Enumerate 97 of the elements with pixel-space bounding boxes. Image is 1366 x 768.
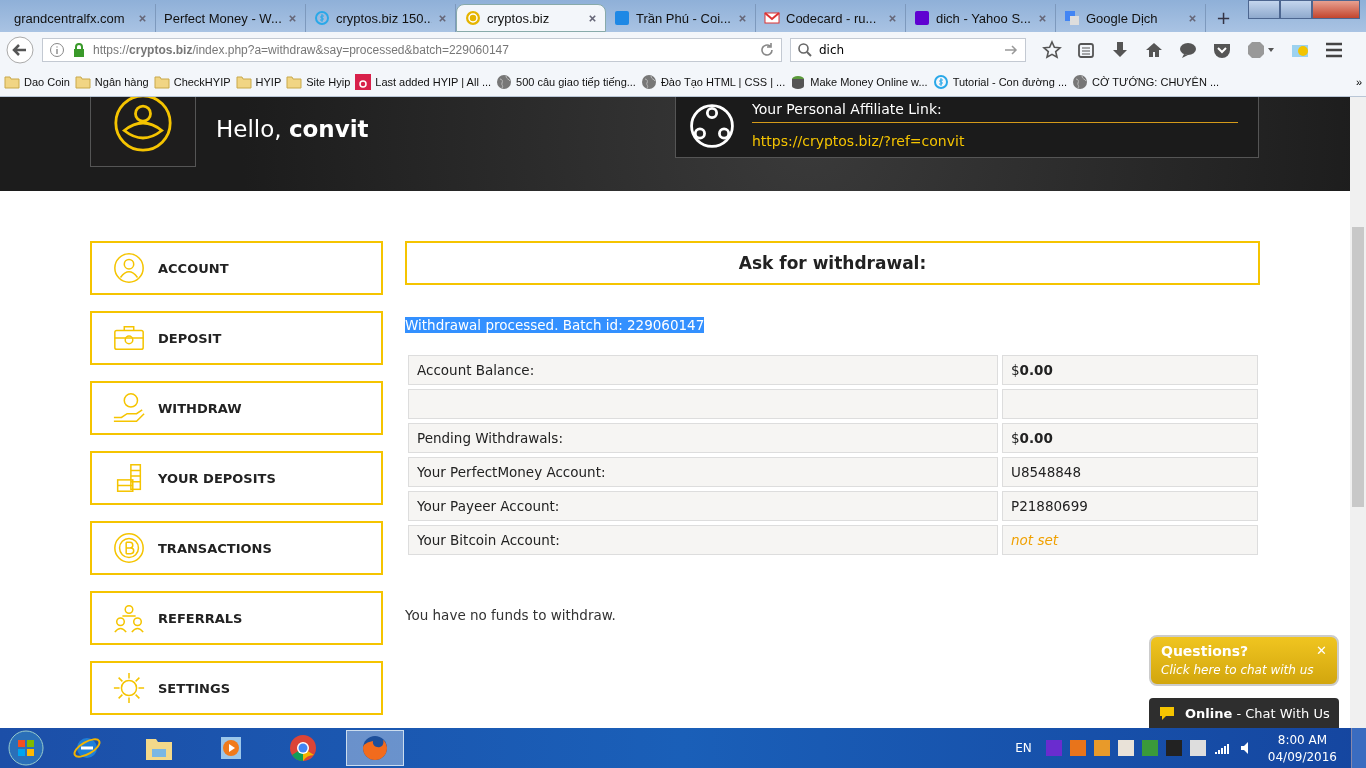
menu-item[interactable]: TRANSACTIONS xyxy=(90,521,383,575)
site-icon xyxy=(614,10,630,26)
greeting: Hello, convit xyxy=(216,116,369,142)
dollar-circle-icon xyxy=(314,10,330,26)
adblock-icon[interactable] xyxy=(1246,40,1276,60)
affiliate-link[interactable]: https://cryptos.biz/?ref=convit xyxy=(752,133,965,149)
taskbar-app[interactable] xyxy=(346,730,404,766)
window-controls[interactable] xyxy=(1248,0,1360,19)
table-cell: not set xyxy=(1002,525,1258,555)
new-tab-button[interactable]: + xyxy=(1206,7,1242,32)
tray-icon[interactable] xyxy=(1093,740,1110,756)
table-cell: P21880699 xyxy=(1002,491,1258,521)
site-icon xyxy=(914,10,930,26)
star-icon[interactable] xyxy=(1042,40,1062,60)
chrome-icon xyxy=(288,733,318,763)
coin-icon xyxy=(112,531,146,565)
chat-button[interactable]: Online - Chat With Us xyxy=(1149,698,1339,728)
table-cell: $0.00 xyxy=(1002,355,1258,385)
panel-title: Ask for withdrawal: xyxy=(405,241,1260,285)
folder-icon xyxy=(235,74,252,90)
bookmark-item[interactable]: Make Money Online w... xyxy=(790,74,928,90)
gear-icon xyxy=(112,671,146,705)
table-cell: Account Balance: xyxy=(408,355,998,385)
user-icon xyxy=(112,251,146,285)
firefox-icon xyxy=(360,733,390,763)
lock-icon xyxy=(71,42,87,58)
bookmark-item[interactable]: Tutorial - Con đường ... xyxy=(932,74,1068,90)
table-cell: Pending Withdrawals: xyxy=(408,423,998,453)
home-icon[interactable] xyxy=(1144,40,1164,60)
globe-icon xyxy=(496,74,513,90)
speech-bubble-icon xyxy=(1159,705,1175,721)
close-icon[interactable] xyxy=(1188,13,1197,23)
chat-icon[interactable] xyxy=(1178,40,1198,60)
bookmark-item[interactable]: 500 câu giao tiếp tiếng... xyxy=(496,74,636,90)
table-cell: Your PerfectMoney Account: xyxy=(408,457,998,487)
coin-stack-icon xyxy=(790,74,807,90)
clock[interactable]: 8:00 AM 04/09/2016 xyxy=(1267,732,1337,764)
menu-item[interactable]: SETTINGS xyxy=(90,661,383,715)
reading-list-icon[interactable] xyxy=(1076,40,1096,60)
menu-item[interactable]: WITHDRAW xyxy=(90,381,383,435)
address-bar[interactable]: https://cryptos.biz/index.php?a=withdraw&say=processed&batch=229060147 xyxy=(42,38,782,62)
menu-item[interactable]: ACCOUNT xyxy=(90,241,383,295)
bookmark-item[interactable]: Last added HYIP | All ... xyxy=(355,74,492,90)
affiliate-title: Your Personal Affiliate Link: xyxy=(752,101,1238,123)
browser-tab[interactable]: cryptos.biz xyxy=(456,4,606,32)
bookmark-item[interactable]: Ngân hàng xyxy=(74,74,149,90)
scrollbar[interactable] xyxy=(1350,97,1366,728)
close-icon[interactable] xyxy=(738,13,747,23)
start-button[interactable] xyxy=(8,730,44,766)
close-icon[interactable] xyxy=(288,13,297,23)
close-icon[interactable] xyxy=(438,13,447,23)
bookmark-item[interactable]: CheckHYIP xyxy=(153,74,231,90)
close-icon[interactable] xyxy=(888,13,897,23)
tray-icon[interactable] xyxy=(1117,740,1134,756)
tray-icon[interactable] xyxy=(1069,740,1086,756)
dollar-circle-icon xyxy=(932,74,949,90)
table-cell: Your Payeer Account: xyxy=(408,491,998,521)
close-icon[interactable] xyxy=(588,13,597,23)
search-field[interactable]: dich xyxy=(790,38,1026,62)
globe-icon xyxy=(640,74,657,90)
coin-icon xyxy=(465,10,481,26)
bookmark-item[interactable]: Dao Coin xyxy=(4,74,70,90)
info-icon xyxy=(49,42,65,58)
site-icon xyxy=(355,74,372,90)
tray-icon[interactable] xyxy=(1189,740,1206,756)
translate-icon xyxy=(1064,10,1080,26)
url-text: https://cryptos.biz/index.php?a=withdraw&say=processed&batch=229060147 xyxy=(93,43,510,57)
status-message: Withdrawal processed. Batch id: 229060147 xyxy=(405,317,705,333)
user-icon xyxy=(113,97,173,153)
close-icon[interactable] xyxy=(1038,13,1047,23)
bookmark-item[interactable]: Đào Tạo HTML | CSS | ... xyxy=(640,74,786,90)
mail-icon xyxy=(764,10,780,26)
language-indicator[interactable]: EN xyxy=(1015,741,1032,755)
table-cell: U8548848 xyxy=(1002,457,1258,487)
more-bookmarks-button[interactable]: » xyxy=(1355,76,1362,88)
reload-icon[interactable] xyxy=(759,42,775,58)
folder-icon xyxy=(153,74,170,90)
globe-icon xyxy=(1072,74,1089,90)
folder-icon xyxy=(286,74,303,90)
folder-icon xyxy=(4,74,20,90)
search-icon xyxy=(797,42,813,58)
menu-item[interactable]: REFERRALS xyxy=(90,591,383,645)
hand-coin-icon xyxy=(112,391,146,425)
close-icon[interactable] xyxy=(138,13,147,23)
back-icon[interactable] xyxy=(6,36,34,64)
bookmark-item[interactable]: HYIP xyxy=(235,74,282,90)
bookmark-item[interactable]: CỜ TƯỚNG: CHUYÊN ... xyxy=(1072,74,1220,90)
chat-prompt-subtitle: Click here to chat with us xyxy=(1161,663,1314,677)
bookmark-item[interactable]: Site Hyip xyxy=(286,74,351,90)
table-cell: $0.00 xyxy=(1002,423,1258,453)
info-message: You have no funds to withdraw. xyxy=(405,607,617,623)
menu-item[interactable]: DEPOSIT xyxy=(90,311,383,365)
folder-icon xyxy=(74,74,91,90)
chat-prompt-title: Questions? xyxy=(1161,643,1249,659)
table-cell: Your Bitcoin Account: xyxy=(408,525,998,555)
menu-item[interactable]: YOUR DEPOSITS xyxy=(90,451,383,505)
menu-icon[interactable] xyxy=(1324,40,1344,60)
